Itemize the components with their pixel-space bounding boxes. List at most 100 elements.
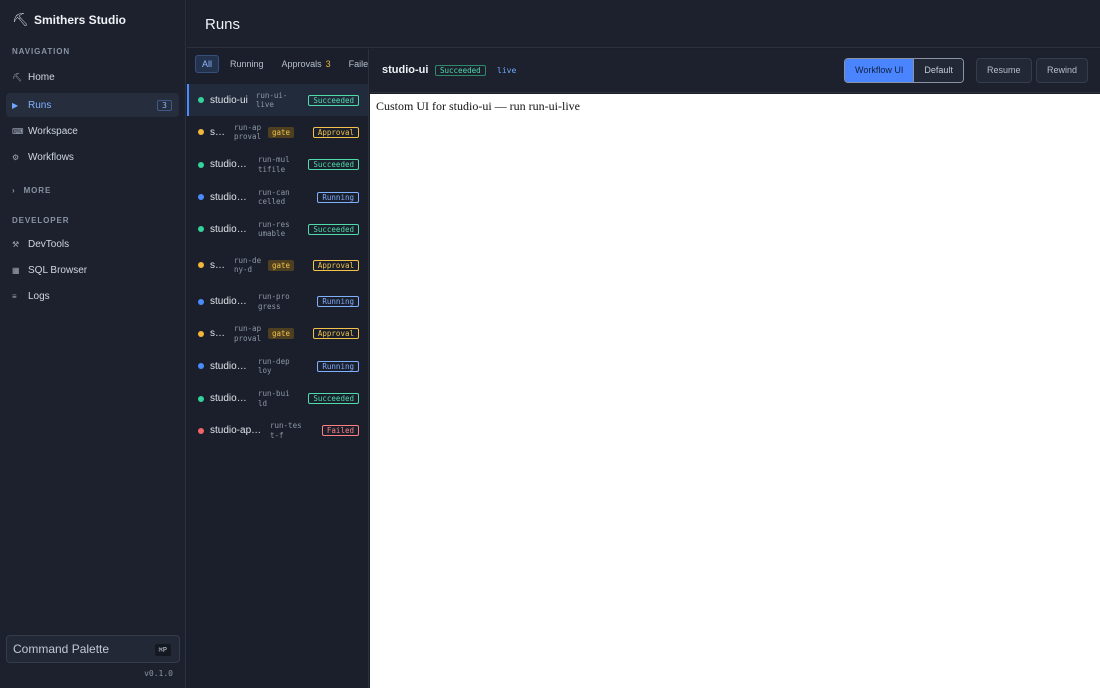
page-title: Runs [205, 16, 241, 33]
navigation-section-label: NAVIGATION [12, 47, 71, 56]
filter-tab-label: Approvals [281, 59, 322, 69]
tools-icon: ⚒ [12, 239, 20, 249]
run-id: run-approval [234, 122, 262, 142]
run-status-badge: Succeeded [308, 393, 359, 405]
run-row[interactable]: studio-ui run-ui-live Succeeded [187, 84, 368, 117]
status-dot-icon [198, 194, 204, 201]
run-id: run-cancelled [258, 187, 290, 207]
grid-icon: ▦ [12, 265, 20, 275]
run-row[interactable]: studio-approval run-approval gate Approval [187, 318, 368, 350]
run-row[interactable]: studio-long run-cancelled Running [187, 181, 368, 213]
filter-tab-failed[interactable]: Failed [342, 55, 368, 73]
run-status-badge: Running [317, 360, 359, 372]
run-name: studio-ui [382, 64, 429, 76]
status-dot-icon [198, 298, 204, 305]
status-dot-icon [198, 262, 204, 269]
run-workflow-name: studio-app-deploy [210, 360, 250, 372]
sidebar-item-label: DevTools [28, 238, 70, 250]
run-row[interactable]: studio-app-test run-test-f Failed [187, 415, 368, 447]
run-workflow-name: studio-approval [210, 126, 226, 138]
live-indicator: live [497, 66, 517, 75]
sidebar-item-label: Workflows [28, 151, 74, 163]
run-workflow-name: studio-multifile [210, 159, 250, 171]
run-row[interactable]: studio-app-build run-build Succeeded [187, 382, 368, 414]
view-mode-toggle: Workflow UI Default [844, 58, 964, 83]
run-status-badge: Succeeded [308, 94, 359, 106]
status-dot-icon [198, 129, 204, 136]
sidebar: ⛏ Smithers Studio NAVIGATION ⛏ Home ▶ Ru… [0, 0, 186, 688]
hammer-icon: ⛏ [12, 12, 29, 27]
gear-icon: ⚙ [12, 152, 20, 162]
resume-button[interactable]: Resume [976, 58, 1032, 83]
default-view-button[interactable]: Default [914, 59, 963, 82]
run-id: run-progress [258, 292, 290, 311]
run-status-badge: Approval [312, 328, 359, 340]
sidebar-item-logs[interactable]: ≡ Logs [6, 284, 179, 308]
run-row[interactable]: studio-resume run-resumable Succeeded [187, 213, 368, 245]
run-row[interactable]: studio-app-deploy run-deploy Running [187, 350, 368, 382]
run-status-badge: Approval [312, 126, 359, 138]
run-id: run-multifile [258, 155, 290, 174]
sidebar-item-label: Runs [28, 99, 52, 111]
run-row[interactable]: studio-deny run-deny-d gate Approval [187, 245, 368, 285]
sidebar-item-runs[interactable]: ▶ Runs 3 [6, 93, 179, 117]
sidebar-item-home[interactable]: ⛏ Home [6, 65, 179, 89]
run-id: run-test-f [270, 421, 302, 440]
code-icon: ⌨ [12, 126, 24, 136]
command-palette-shortcut: ⌘P [154, 644, 171, 656]
gate-badge: gate [268, 259, 295, 271]
run-row[interactable]: studio-multifile run-multifile Succeeded [187, 149, 368, 181]
workflow-ui-view-button[interactable]: Workflow UI [845, 59, 915, 82]
run-status-badge: Running [317, 191, 359, 203]
run-id: run-resumable [258, 219, 290, 239]
command-palette-button[interactable]: Command Palette ⌘P [6, 635, 180, 663]
run-id: run-deploy [258, 356, 290, 376]
run-status-badge: Approval [312, 259, 359, 271]
command-palette-label: Command Palette [13, 642, 110, 656]
run-status-badge: Failed [321, 425, 359, 437]
sidebar-item-workflows[interactable]: ⚙ Workflows [6, 145, 179, 169]
run-id: run-deny-d [234, 255, 262, 275]
runs-list: studio-ui run-ui-live Succeeded studio-appr… [187, 84, 368, 447]
run-row[interactable]: studio-progress run-progress Running [187, 285, 368, 317]
run-workflow-name: studio-progress [210, 296, 250, 308]
run-status-badge: Succeeded [308, 223, 359, 235]
status-dot-icon [198, 226, 204, 233]
gate-badge: gate [268, 328, 295, 340]
custom-ui-text: Custom UI for studio-ui — run run-ui-liv… [376, 99, 580, 113]
run-id: run-approval [234, 324, 262, 343]
chevron-right-icon: › [12, 186, 16, 195]
runs-list-panel: All Running Approvals3 Failed studio-ui r… [187, 49, 369, 688]
list-icon: ≡ [12, 291, 17, 301]
sidebar-item-devtools[interactable]: ⚒ DevTools [6, 232, 179, 256]
run-row[interactable]: studio-approval run-approval gate Approval [187, 116, 368, 148]
more-toggle[interactable]: › MORE [12, 186, 51, 195]
runs-count-badge: 3 [157, 100, 172, 111]
approvals-count-badge: 3 [325, 59, 331, 69]
filter-tab-approvals[interactable]: Approvals 3 [275, 55, 338, 73]
run-id: run-build [258, 389, 290, 408]
filter-tab-all[interactable]: All [195, 55, 220, 73]
status-dot-icon [198, 395, 204, 402]
run-workflow-name: studio-app-test [210, 425, 262, 437]
sidebar-item-workspace[interactable]: ⌨ Workspace [6, 119, 179, 143]
brand[interactable]: ⛏ Smithers Studio [12, 12, 126, 28]
status-dot-icon [198, 161, 204, 168]
gate-badge: gate [268, 126, 295, 138]
app-version: v0.1.0 [144, 669, 173, 678]
status-dot-icon [198, 427, 204, 434]
custom-ui-frame[interactable]: Custom UI for studio-ui — run run-ui-liv… [370, 94, 1100, 688]
run-workflow-name: studio-resume [210, 223, 250, 235]
run-status-badge: Running [317, 296, 359, 308]
run-detail-header: studio-ui Succeeded live Workflow UI Def… [370, 49, 1100, 93]
sidebar-item-sql-browser[interactable]: ▦ SQL Browser [6, 258, 179, 282]
filter-tab-running[interactable]: Running [223, 55, 271, 73]
rewind-button[interactable]: Rewind [1036, 58, 1089, 83]
status-dot-icon [198, 97, 204, 104]
hammer-icon: ⛏ [12, 72, 23, 82]
app-title: Smithers Studio [34, 13, 127, 27]
run-workflow-name: studio-app-build [210, 393, 250, 405]
play-icon: ▶ [12, 100, 19, 110]
run-workflow-name: studio-ui [210, 94, 248, 106]
more-label: MORE [23, 186, 52, 195]
